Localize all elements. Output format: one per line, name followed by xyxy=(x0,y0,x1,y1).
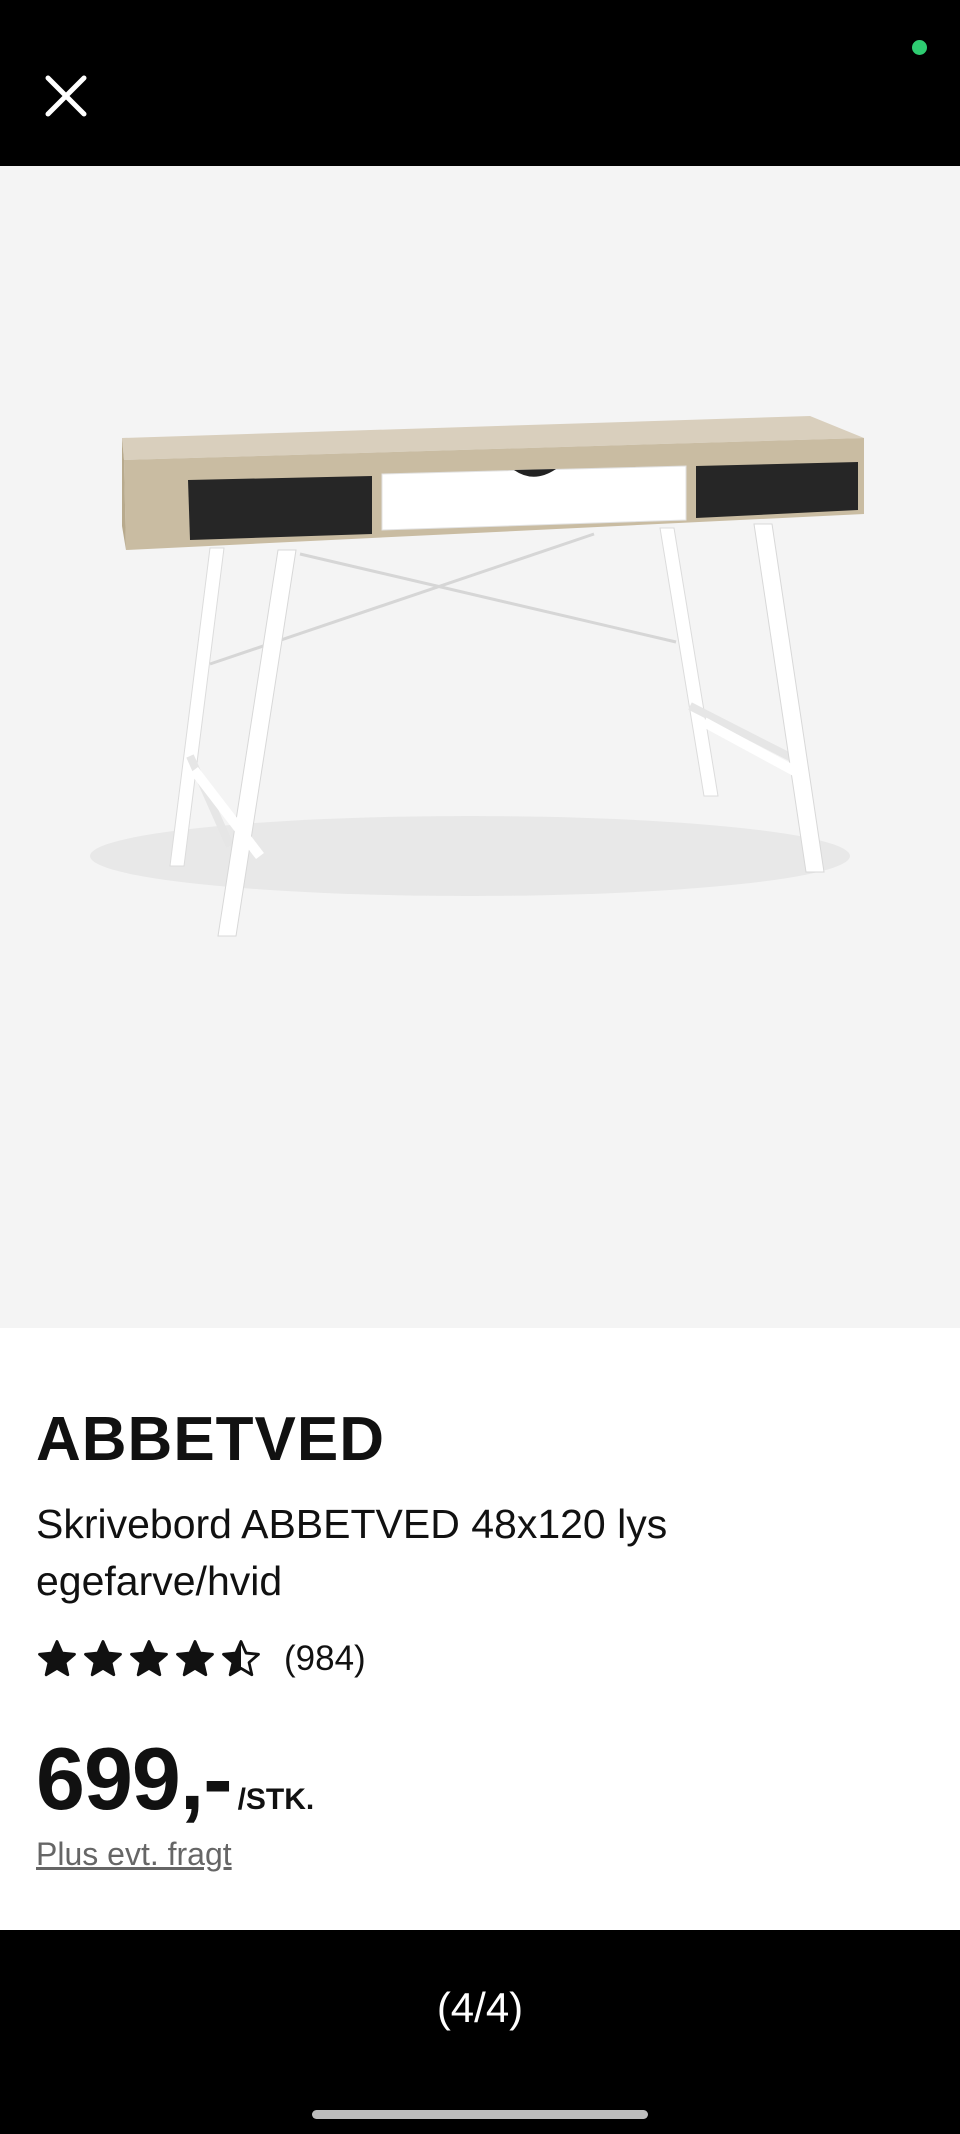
price-unit: /STK. xyxy=(237,1783,315,1816)
price-amount: 699,- xyxy=(36,1729,233,1828)
review-count: (984) xyxy=(284,1639,366,1678)
screen: ABBETVED Skrivebord ABBETVED 48x120 lys … xyxy=(0,0,960,2134)
product-brand: ABBETVED xyxy=(36,1405,386,1474)
star-full-icon xyxy=(84,1640,122,1677)
close-icon xyxy=(45,75,87,117)
shipping-link[interactable]: Plus evt. fragt xyxy=(36,1836,232,1873)
status-dot xyxy=(912,40,927,55)
close-button[interactable] xyxy=(36,66,96,126)
product-info: ABBETVED Skrivebord ABBETVED 48x120 lys … xyxy=(0,1328,960,1930)
rating[interactable]: (984) xyxy=(36,1638,366,1680)
top-bar xyxy=(0,0,960,166)
home-indicator[interactable] xyxy=(312,2110,648,2119)
star-half-icon xyxy=(222,1640,260,1677)
star-full-icon xyxy=(130,1640,168,1677)
image-counter: (4/4) xyxy=(436,1984,524,2031)
rating-stars xyxy=(36,1638,262,1680)
star-full-icon xyxy=(38,1640,76,1677)
product-description: Skrivebord ABBETVED 48x120 lys egefarve/… xyxy=(36,1501,668,1604)
product-image[interactable] xyxy=(0,166,960,1328)
bottom-bar: (4/4) xyxy=(0,1930,960,2134)
desk-image xyxy=(90,416,864,937)
price: 699,- /STK. xyxy=(36,1728,314,1830)
star-full-icon xyxy=(176,1640,214,1677)
